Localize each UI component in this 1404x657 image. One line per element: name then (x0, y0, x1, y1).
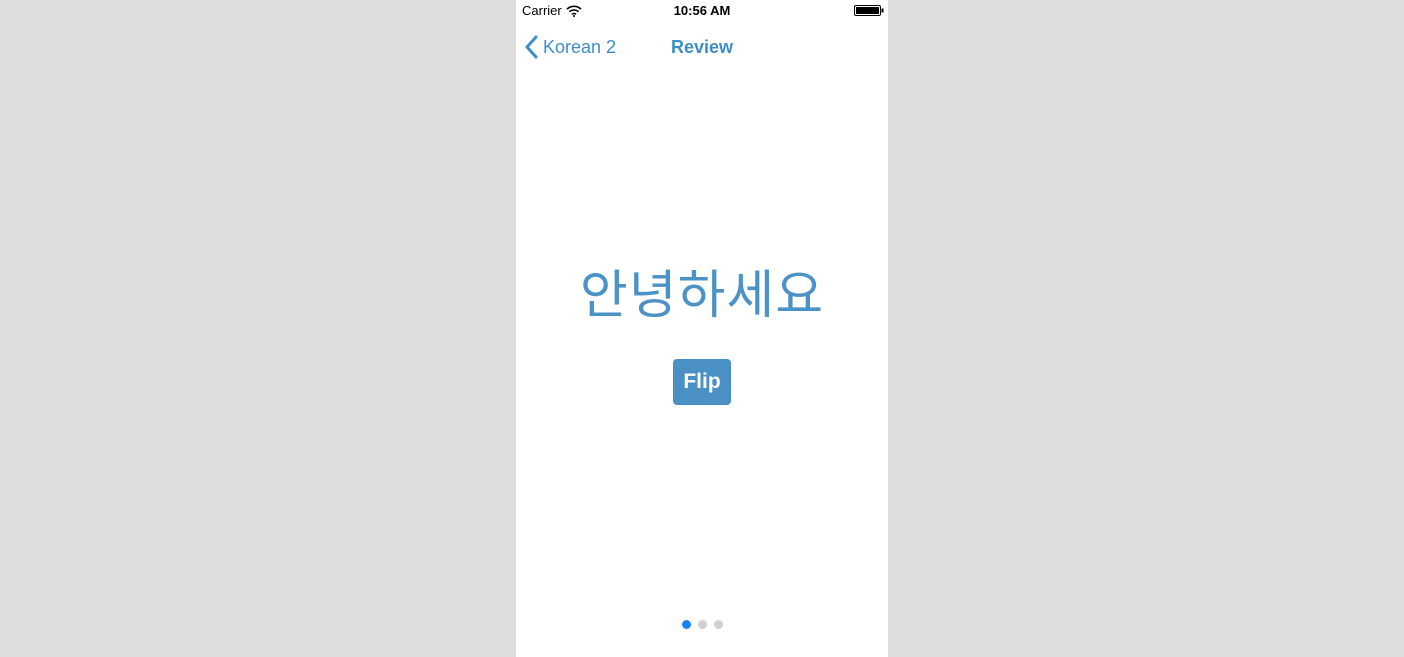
flashcard-word: 안녕하세요 (579, 266, 825, 326)
battery-icon (854, 5, 884, 16)
flip-button[interactable]: Flip (673, 359, 731, 405)
navigation-bar: Korean 2 Review (516, 22, 888, 72)
page-control[interactable] (516, 620, 888, 629)
phone-screen: Carrier 10:56 AM Korean 2 Review 안녕하세요 F… (516, 0, 888, 657)
page-dot[interactable] (681, 620, 691, 629)
page-dot[interactable] (697, 620, 707, 629)
back-button-label: Korean 2 (543, 36, 617, 57)
back-button[interactable]: Korean 2 (524, 35, 616, 59)
chevron-left-icon (525, 35, 538, 59)
page-dot[interactable] (713, 620, 723, 629)
status-time: 10:56 AM (673, 3, 731, 18)
status-bar: Carrier 10:56 AM (516, 0, 888, 22)
